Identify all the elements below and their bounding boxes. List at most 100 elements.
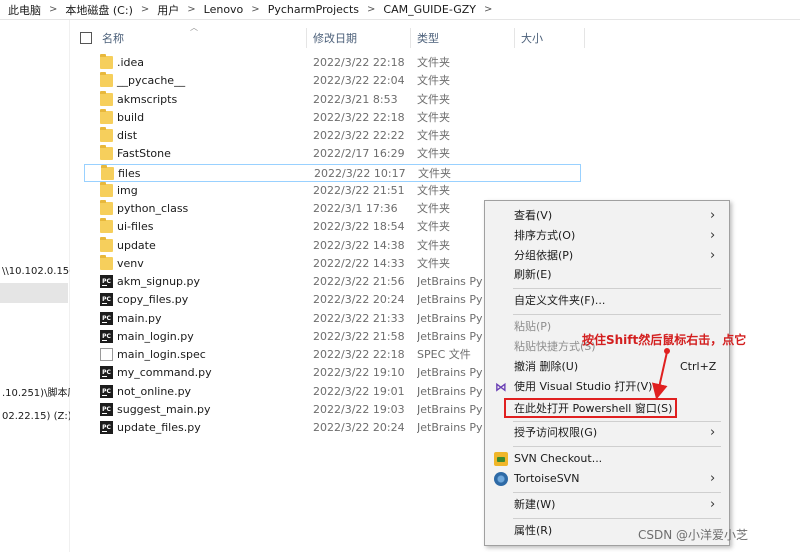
file-type: 文件夹 [417,220,450,233]
breadcrumb-separator-icon[interactable]: > [478,0,498,20]
file-modified-date: 2022/3/22 14:38 [313,239,405,252]
menu-separator [513,446,721,447]
pycharm-icon: PC [100,330,113,343]
file-type: 文件夹 [417,74,450,87]
file-modified-date: 2022/3/22 21:58 [313,330,405,343]
watermark: CSDN @小洋爱小芝 [638,528,749,542]
pycharm-icon: PC [100,275,113,288]
file-modified-date: 2022/3/22 20:24 [313,421,405,434]
menu-item-group[interactable]: 分组依据(P) › [485,246,729,266]
menu-item-customize-folder[interactable]: 自定义文件夹(F)... [485,291,729,311]
file-row[interactable]: FastStone 2022/2/17 16:29 文件夹 [84,145,581,163]
file-modified-date: 2022/3/22 18:54 [313,220,405,233]
breadcrumb-separator-icon[interactable]: > [181,0,201,20]
breadcrumb-local-disk[interactable]: 本地磁盘 (C:) [63,0,134,20]
menu-item-undo-delete[interactable]: 撤消 删除(U) Ctrl+Z [485,357,729,377]
file-modified-date: 2022/3/22 22:18 [313,111,405,124]
file-row[interactable]: img 2022/3/22 21:51 文件夹 [84,182,581,200]
menu-item-tortoise-svn[interactable]: TortoiseSVN › [485,469,729,489]
column-header-size[interactable]: 大小 [521,26,543,50]
menu-item-sort[interactable]: 排序方式(O) › [485,226,729,246]
breadcrumb-separator-icon[interactable]: > [43,0,63,20]
file-type: JetBrains PyCharm [417,330,483,343]
file-row[interactable]: .idea 2022/3/22 22:18 文件夹 [84,54,581,72]
file-modified-date: 2022/3/22 19:10 [313,366,405,379]
file-type: 文件夹 [417,56,450,69]
file-type: 文件夹 [417,129,450,142]
pycharm-icon: PC [100,312,113,325]
breadcrumb-separator-icon[interactable]: > [135,0,155,20]
breadcrumb-users[interactable]: 用户 [155,0,181,20]
column-header-name[interactable]: 名称 [102,26,124,50]
nav-selected-item[interactable] [0,283,68,303]
tortoise-svn-icon [494,472,508,486]
column-header-type[interactable]: 类型 [417,26,439,50]
menu-separator [513,314,721,315]
visual-studio-icon: ⋈ [495,380,507,394]
file-row[interactable]: files 2022/3/22 10:17 文件夹 [84,164,581,182]
breadcrumb-separator-icon[interactable]: > [245,0,265,20]
file-modified-date: 2022/3/22 22:04 [313,74,405,87]
file-name: build [117,111,145,124]
chevron-right-icon: › [710,228,716,243]
svn-checkout-icon [494,452,508,466]
menu-separator [513,518,721,519]
undo-shortcut-text: Ctrl+Z [680,360,717,373]
chevron-right-icon: › [710,425,716,440]
file-name: files [118,167,141,180]
menu-separator [513,288,721,289]
pycharm-icon: PC [100,293,113,306]
menu-item-svn-checkout[interactable]: SVN Checkout... [485,449,729,469]
file-type: JetBrains PyCharm [417,312,483,325]
nav-item-z-drive[interactable]: 02.22.15) (Z:) [0,408,70,426]
folder-icon [100,91,113,106]
chevron-right-icon: › [710,497,716,512]
file-type: JetBrains PyCharm [417,421,483,434]
column-divider[interactable] [410,28,411,48]
menu-item-give-access[interactable]: 授予访问权限(G) › [485,423,729,443]
file-modified-date: 2022/3/1 17:36 [313,202,398,215]
breadcrumb-pycharm-projects[interactable]: PycharmProjects [266,0,361,20]
breadcrumb-this-pc[interactable]: 此电脑 [6,0,43,20]
file-name: .idea [117,56,145,69]
breadcrumb-cam-guide[interactable]: CAM_GUIDE-GZY [381,0,478,20]
folder-icon [100,54,113,69]
column-divider[interactable] [306,28,307,48]
file-row[interactable]: build 2022/3/22 22:18 文件夹 [84,109,581,127]
file-modified-date: 2022/3/21 8:53 [313,93,398,106]
breadcrumb-separator-icon[interactable]: > [361,0,381,20]
file-type: 文件夹 [418,167,451,180]
file-name: __pycache__ [117,74,186,87]
folder-icon [100,72,113,87]
file-row[interactable]: akmscripts 2022/3/21 8:53 文件夹 [84,91,581,109]
column-divider[interactable] [514,28,515,48]
file-row[interactable]: dist 2022/3/22 22:22 文件夹 [84,127,581,145]
menu-item-refresh[interactable]: 刷新(E) [485,265,729,285]
file-modified-date: 2022/3/22 20:24 [313,293,405,306]
file-row[interactable]: __pycache__ 2022/3/22 22:04 文件夹 [84,72,581,90]
menu-item-view[interactable]: 查看(V) › [485,206,729,226]
document-icon [100,348,113,361]
file-modified-date: 2022/3/22 22:18 [313,348,405,361]
file-name: python_class [117,202,189,215]
menu-item-open-visual-studio[interactable]: ⋈ 使用 Visual Studio 打开(V) [485,377,729,397]
file-name: update [117,239,156,252]
chevron-right-icon: › [710,471,716,486]
nav-item-script-library[interactable]: .10.251)\脚本库 [0,385,70,403]
nav-item-network-share[interactable]: \\10.102.0.156 [0,263,70,281]
address-bar[interactable]: 此电脑 > 本地磁盘 (C:) > 用户 > Lenovo > PycharmP… [0,0,800,20]
menu-separator [513,421,721,422]
folder-icon [100,200,113,215]
file-name: my_command.py [117,366,212,379]
column-divider[interactable] [584,28,585,48]
file-type: 文件夹 [417,184,450,197]
file-modified-date: 2022/3/22 19:01 [313,385,405,398]
column-header-date[interactable]: 修改日期 [313,26,357,50]
breadcrumb-lenovo[interactable]: Lenovo [202,0,246,20]
sort-ascending-icon: ︿ [190,23,198,32]
chevron-right-icon: › [710,208,716,223]
select-all-checkbox[interactable] [80,32,92,44]
file-type: 文件夹 [417,239,450,252]
menu-item-new[interactable]: 新建(W) › [485,495,729,515]
file-name: akm_signup.py [117,275,201,288]
